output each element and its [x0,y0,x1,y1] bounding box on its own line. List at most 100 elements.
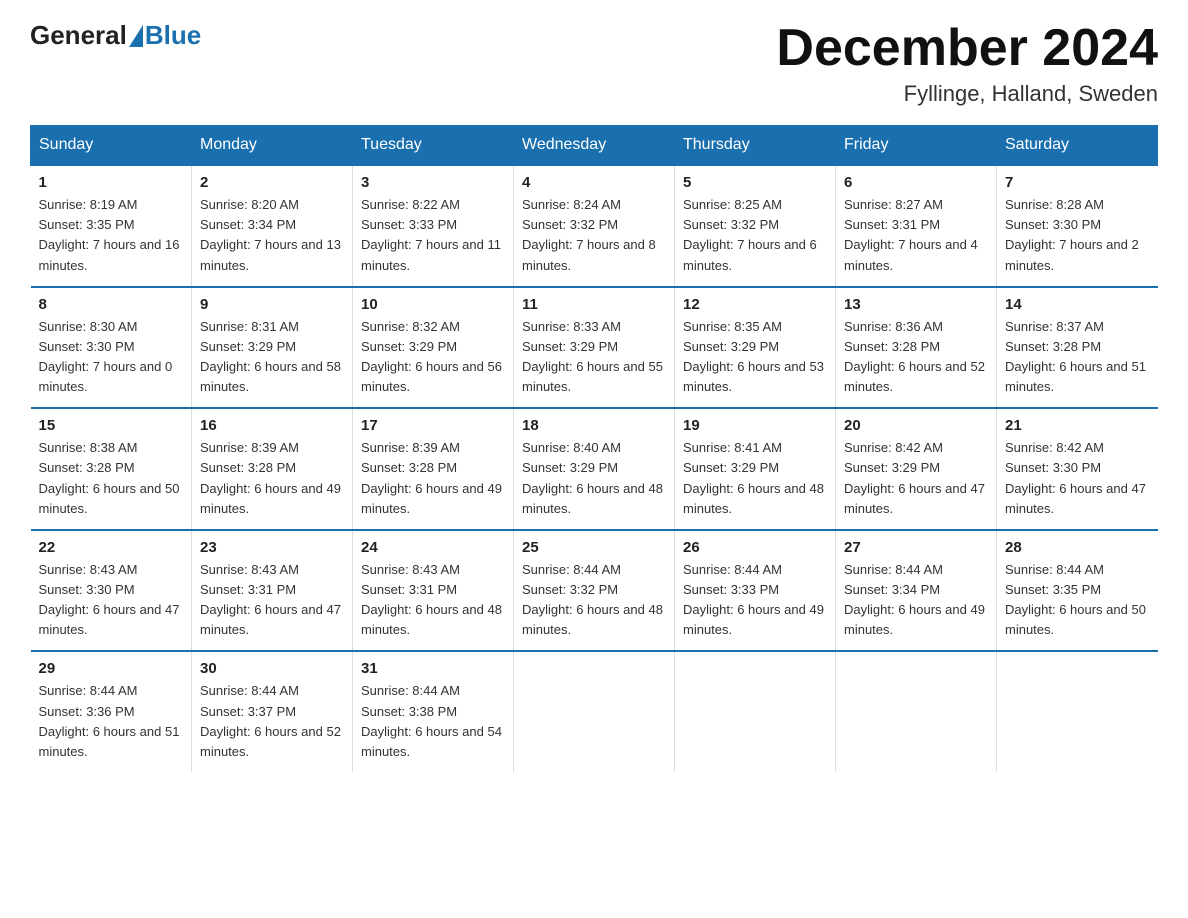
day-info: Sunrise: 8:32 AMSunset: 3:29 PMDaylight:… [361,317,505,398]
day-number: 4 [522,174,666,191]
calendar-cell: 2 Sunrise: 8:20 AMSunset: 3:34 PMDayligh… [192,165,353,287]
day-number: 15 [39,417,184,434]
day-info: Sunrise: 8:24 AMSunset: 3:32 PMDaylight:… [522,195,666,276]
calendar-cell: 8 Sunrise: 8:30 AMSunset: 3:30 PMDayligh… [31,287,192,409]
day-number: 27 [844,539,988,556]
day-number: 31 [361,660,505,677]
header-friday: Friday [836,126,997,166]
day-number: 5 [683,174,827,191]
calendar-cell: 5 Sunrise: 8:25 AMSunset: 3:32 PMDayligh… [675,165,836,287]
calendar-cell: 9 Sunrise: 8:31 AMSunset: 3:29 PMDayligh… [192,287,353,409]
header-monday: Monday [192,126,353,166]
day-info: Sunrise: 8:39 AMSunset: 3:28 PMDaylight:… [361,438,505,519]
day-number: 16 [200,417,344,434]
day-number: 18 [522,417,666,434]
logo: General Blue [30,20,201,51]
location-text: Fyllinge, Halland, Sweden [776,81,1158,107]
calendar-cell: 25 Sunrise: 8:44 AMSunset: 3:32 PMDaylig… [514,530,675,652]
calendar-cell [675,651,836,772]
day-number: 14 [1005,296,1150,313]
day-number: 20 [844,417,988,434]
day-number: 13 [844,296,988,313]
day-number: 9 [200,296,344,313]
day-number: 7 [1005,174,1150,191]
page-header: General Blue December 2024 Fyllinge, Hal… [30,20,1158,107]
calendar-cell [514,651,675,772]
calendar-cell: 12 Sunrise: 8:35 AMSunset: 3:29 PMDaylig… [675,287,836,409]
calendar-table: Sunday Monday Tuesday Wednesday Thursday… [30,125,1158,772]
day-number: 24 [361,539,505,556]
weekday-header-row: Sunday Monday Tuesday Wednesday Thursday… [31,126,1158,166]
calendar-cell: 11 Sunrise: 8:33 AMSunset: 3:29 PMDaylig… [514,287,675,409]
calendar-cell: 17 Sunrise: 8:39 AMSunset: 3:28 PMDaylig… [353,408,514,530]
header-sunday: Sunday [31,126,192,166]
header-tuesday: Tuesday [353,126,514,166]
day-number: 2 [200,174,344,191]
calendar-cell: 30 Sunrise: 8:44 AMSunset: 3:37 PMDaylig… [192,651,353,772]
day-number: 11 [522,296,666,313]
day-number: 30 [200,660,344,677]
day-info: Sunrise: 8:27 AMSunset: 3:31 PMDaylight:… [844,195,988,276]
calendar-cell [997,651,1158,772]
title-block: December 2024 Fyllinge, Halland, Sweden [776,20,1158,107]
month-title: December 2024 [776,20,1158,77]
day-info: Sunrise: 8:44 AMSunset: 3:37 PMDaylight:… [200,681,344,762]
day-number: 6 [844,174,988,191]
calendar-cell: 13 Sunrise: 8:36 AMSunset: 3:28 PMDaylig… [836,287,997,409]
day-info: Sunrise: 8:44 AMSunset: 3:36 PMDaylight:… [39,681,184,762]
calendar-cell: 6 Sunrise: 8:27 AMSunset: 3:31 PMDayligh… [836,165,997,287]
day-info: Sunrise: 8:33 AMSunset: 3:29 PMDaylight:… [522,317,666,398]
day-info: Sunrise: 8:44 AMSunset: 3:32 PMDaylight:… [522,560,666,641]
calendar-body: 1 Sunrise: 8:19 AMSunset: 3:35 PMDayligh… [31,165,1158,772]
day-number: 29 [39,660,184,677]
calendar-week-row: 1 Sunrise: 8:19 AMSunset: 3:35 PMDayligh… [31,165,1158,287]
calendar-cell: 22 Sunrise: 8:43 AMSunset: 3:30 PMDaylig… [31,530,192,652]
day-info: Sunrise: 8:38 AMSunset: 3:28 PMDaylight:… [39,438,184,519]
day-info: Sunrise: 8:43 AMSunset: 3:31 PMDaylight:… [361,560,505,641]
logo-blue-text: Blue [145,20,201,51]
calendar-week-row: 29 Sunrise: 8:44 AMSunset: 3:36 PMDaylig… [31,651,1158,772]
calendar-cell: 29 Sunrise: 8:44 AMSunset: 3:36 PMDaylig… [31,651,192,772]
header-saturday: Saturday [997,126,1158,166]
day-number: 8 [39,296,184,313]
day-number: 25 [522,539,666,556]
calendar-cell: 1 Sunrise: 8:19 AMSunset: 3:35 PMDayligh… [31,165,192,287]
day-info: Sunrise: 8:43 AMSunset: 3:30 PMDaylight:… [39,560,184,641]
day-number: 26 [683,539,827,556]
day-info: Sunrise: 8:22 AMSunset: 3:33 PMDaylight:… [361,195,505,276]
calendar-cell: 24 Sunrise: 8:43 AMSunset: 3:31 PMDaylig… [353,530,514,652]
calendar-cell: 16 Sunrise: 8:39 AMSunset: 3:28 PMDaylig… [192,408,353,530]
day-info: Sunrise: 8:37 AMSunset: 3:28 PMDaylight:… [1005,317,1150,398]
calendar-cell: 4 Sunrise: 8:24 AMSunset: 3:32 PMDayligh… [514,165,675,287]
logo-general-text: General [30,20,127,51]
calendar-week-row: 15 Sunrise: 8:38 AMSunset: 3:28 PMDaylig… [31,408,1158,530]
day-number: 28 [1005,539,1150,556]
header-wednesday: Wednesday [514,126,675,166]
day-info: Sunrise: 8:31 AMSunset: 3:29 PMDaylight:… [200,317,344,398]
day-number: 17 [361,417,505,434]
day-info: Sunrise: 8:25 AMSunset: 3:32 PMDaylight:… [683,195,827,276]
day-info: Sunrise: 8:41 AMSunset: 3:29 PMDaylight:… [683,438,827,519]
day-info: Sunrise: 8:44 AMSunset: 3:34 PMDaylight:… [844,560,988,641]
calendar-cell: 27 Sunrise: 8:44 AMSunset: 3:34 PMDaylig… [836,530,997,652]
logo-triangle-icon [129,25,143,47]
day-number: 1 [39,174,184,191]
calendar-cell: 14 Sunrise: 8:37 AMSunset: 3:28 PMDaylig… [997,287,1158,409]
calendar-cell: 10 Sunrise: 8:32 AMSunset: 3:29 PMDaylig… [353,287,514,409]
day-info: Sunrise: 8:36 AMSunset: 3:28 PMDaylight:… [844,317,988,398]
day-info: Sunrise: 8:44 AMSunset: 3:33 PMDaylight:… [683,560,827,641]
day-info: Sunrise: 8:19 AMSunset: 3:35 PMDaylight:… [39,195,184,276]
calendar-cell: 19 Sunrise: 8:41 AMSunset: 3:29 PMDaylig… [675,408,836,530]
day-info: Sunrise: 8:42 AMSunset: 3:30 PMDaylight:… [1005,438,1150,519]
day-info: Sunrise: 8:28 AMSunset: 3:30 PMDaylight:… [1005,195,1150,276]
day-info: Sunrise: 8:40 AMSunset: 3:29 PMDaylight:… [522,438,666,519]
day-number: 23 [200,539,344,556]
day-number: 21 [1005,417,1150,434]
calendar-cell: 31 Sunrise: 8:44 AMSunset: 3:38 PMDaylig… [353,651,514,772]
day-info: Sunrise: 8:30 AMSunset: 3:30 PMDaylight:… [39,317,184,398]
calendar-week-row: 22 Sunrise: 8:43 AMSunset: 3:30 PMDaylig… [31,530,1158,652]
day-number: 12 [683,296,827,313]
calendar-cell: 26 Sunrise: 8:44 AMSunset: 3:33 PMDaylig… [675,530,836,652]
day-info: Sunrise: 8:43 AMSunset: 3:31 PMDaylight:… [200,560,344,641]
calendar-cell: 28 Sunrise: 8:44 AMSunset: 3:35 PMDaylig… [997,530,1158,652]
